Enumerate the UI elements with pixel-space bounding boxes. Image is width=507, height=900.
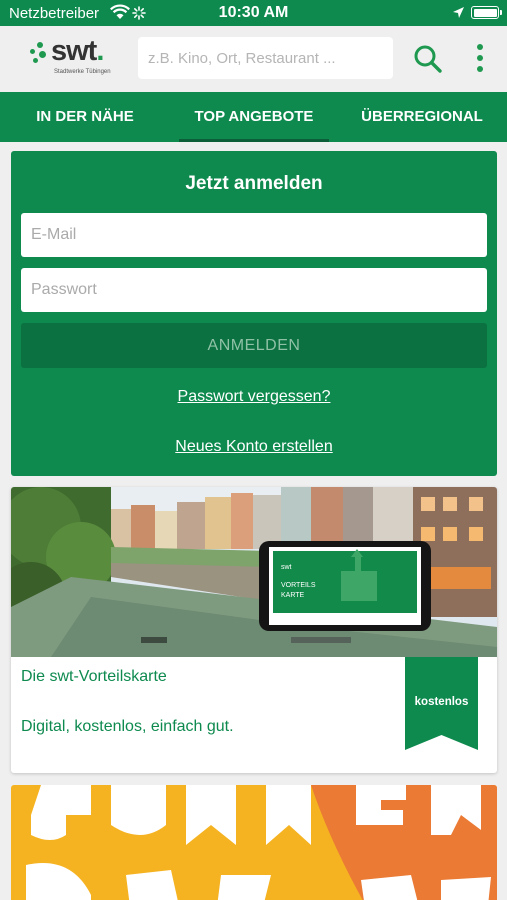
tab-supraregional[interactable]: ÜBERREGIONAL bbox=[337, 92, 507, 142]
logo-subtext: Stadtwerke Tübingen bbox=[54, 69, 111, 75]
more-menu-icon[interactable] bbox=[470, 42, 490, 74]
location-arrow-icon bbox=[453, 7, 464, 18]
search-input[interactable] bbox=[138, 37, 393, 79]
battery-icon bbox=[471, 6, 502, 19]
summer-image bbox=[11, 785, 497, 900]
offer-description: Digital, kostenlos, einfach gut. bbox=[21, 718, 234, 735]
swt-logo: swt. Stadtwerke Tübingen bbox=[28, 35, 120, 80]
logo-wordmark: swt. bbox=[51, 35, 104, 67]
card-brand-text: swt bbox=[281, 564, 292, 571]
status-bar: Netzbetreiber 10:30 AM bbox=[0, 0, 507, 26]
login-title: Jetzt anmelden bbox=[185, 173, 323, 194]
logo-dots-icon bbox=[28, 42, 52, 72]
card-text-line2: KARTE bbox=[281, 592, 305, 599]
clock: 10:30 AM bbox=[218, 4, 289, 21]
offer-title: Die swt-Vorteilskarte bbox=[21, 668, 167, 685]
password-field[interactable] bbox=[21, 268, 487, 312]
search-icon[interactable] bbox=[412, 43, 444, 75]
login-card: Jetzt anmelden ANMELDEN Passwort vergess… bbox=[11, 151, 497, 476]
register-link[interactable]: Neues Konto erstellen bbox=[11, 438, 497, 456]
offer-card-summer[interactable] bbox=[11, 785, 497, 900]
offer-image: swt VORTEILS KARTE bbox=[11, 487, 497, 657]
login-button[interactable]: ANMELDEN bbox=[21, 323, 487, 368]
offer-badge: kostenlos bbox=[414, 696, 469, 708]
tab-nearby[interactable]: IN DER NÄHE bbox=[0, 92, 170, 142]
offer-card-vorteilskarte[interactable]: swt VORTEILS KARTE Die swt-Vorteilskarte… bbox=[11, 487, 497, 773]
email-field[interactable] bbox=[21, 213, 487, 257]
card-text-line1: VORTEILS bbox=[281, 582, 316, 589]
app-header: swt. Stadtwerke Tübingen bbox=[0, 26, 507, 92]
tab-top-offers[interactable]: TOP ANGEBOTE bbox=[179, 92, 329, 142]
forgot-password-link[interactable]: Passwort vergessen? bbox=[11, 388, 497, 406]
tab-bar: IN DER NÄHE TOP ANGEBOTE ÜBERREGIONAL bbox=[0, 92, 507, 142]
